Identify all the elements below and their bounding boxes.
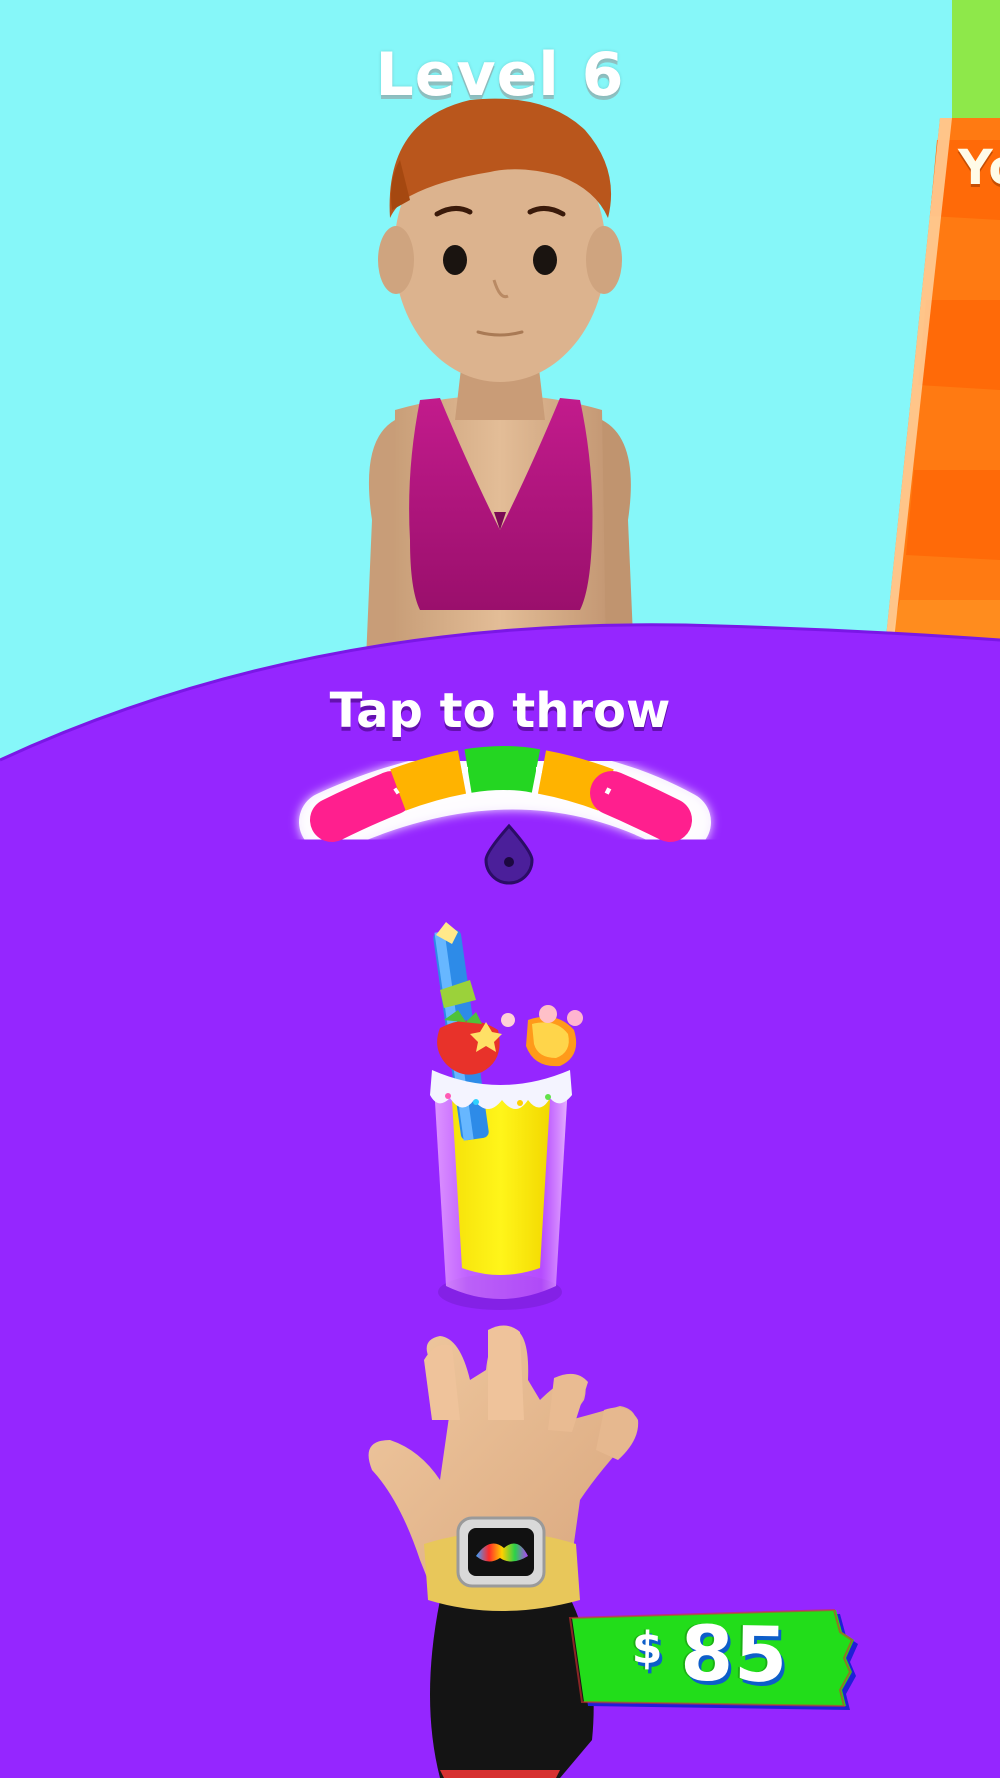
tap-to-throw-hint: Tap to throw [329,683,671,739]
currency-symbol: $ [631,1622,663,1674]
game-scene[interactable]: Level 6 Yo Tap to throw $ 85 [0,0,1000,1778]
scene-art [0,0,1000,1778]
side-banner-text: Yo [958,140,1000,196]
meter-zone-center-green [464,746,541,793]
level-title: Level 6 [375,40,625,110]
meter-zone-left-orange [390,750,467,811]
meter-zone-left-red [310,771,414,842]
meter-zone-right-red [590,771,692,842]
customer-character [366,98,634,660]
money-counter: $ 85 [589,1607,830,1699]
money-amount: 85 [679,1607,789,1699]
